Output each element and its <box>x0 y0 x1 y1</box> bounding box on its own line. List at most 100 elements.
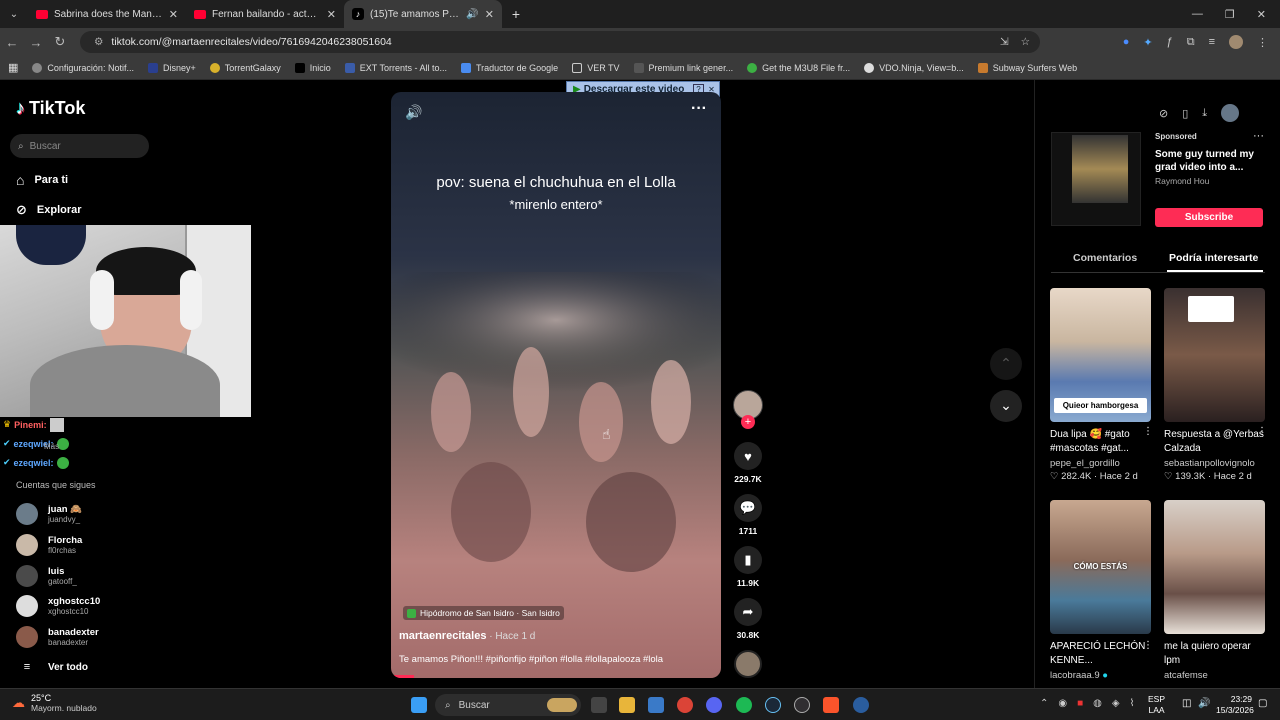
site-settings-icon[interactable]: ⚙ <box>94 36 103 48</box>
more-options-icon[interactable]: ··· <box>1253 130 1264 142</box>
card-more-icon[interactable]: ⋮ <box>1143 640 1153 651</box>
tray-discord-icon[interactable]: ◍ <box>1093 698 1102 709</box>
bookmark-item[interactable]: VDO.Ninja, View=b... <box>864 62 964 73</box>
back-icon[interactable]: ← <box>0 35 24 50</box>
nav-para-ti[interactable]: ⌂ Para ti <box>16 172 68 188</box>
forward-icon[interactable]: → <box>24 35 48 50</box>
translate-extension-icon[interactable]: ✦ <box>1143 36 1152 49</box>
tray-record-icon[interactable]: ■ <box>1077 698 1083 709</box>
windows-start-icon[interactable] <box>411 697 427 713</box>
file-explorer-icon[interactable] <box>619 697 635 713</box>
close-icon[interactable]: ✕ <box>485 8 494 21</box>
bookmark-item[interactable]: Premium link gener... <box>633 62 733 73</box>
discord-icon[interactable] <box>706 697 722 713</box>
compass-icon[interactable]: ⊘ <box>1159 107 1168 120</box>
card-more-icon[interactable]: ⋮ <box>1257 426 1267 437</box>
search-input[interactable]: ⌕ Buscar <box>10 134 149 158</box>
window-close-icon[interactable]: ✕ <box>1257 8 1266 21</box>
bookmark-item[interactable]: VER TV <box>572 62 620 73</box>
extensions-puzzle-icon[interactable]: ⧉ <box>1187 36 1195 49</box>
chrome-icon[interactable] <box>677 697 693 713</box>
install-icon[interactable]: ⇲ <box>1000 36 1009 48</box>
bookmark-item[interactable]: EXT Torrents - All to... <box>344 62 447 73</box>
tray-usb-icon[interactable]: ⌇ <box>1130 698 1135 709</box>
video-player[interactable]: 🔊 ··· pov: suena el chuchuhua en el Loll… <box>391 92 721 678</box>
tray-app-icon[interactable]: ◈ <box>1112 698 1120 709</box>
ad-thumbnail[interactable] <box>1051 132 1141 226</box>
phone-icon[interactable]: ▯ <box>1182 107 1188 120</box>
clock[interactable]: 23:29 15/3/2026 <box>1216 694 1254 716</box>
bookmark-star-icon[interactable]: ☆ <box>1021 36 1030 48</box>
following-account[interactable]: Florcha fl0rchas <box>16 534 82 556</box>
bookmark-item[interactable]: Traductor de Google <box>460 62 558 73</box>
menu-dots-icon[interactable]: ⋮ <box>1257 36 1268 49</box>
download-icon[interactable]: ⤓ <box>1202 107 1207 120</box>
comment-button[interactable]: 💬 1711 <box>733 494 763 536</box>
following-account[interactable]: xghostcc10 xghostcc10 <box>16 595 100 617</box>
volume-icon[interactable]: 🔊 <box>405 104 422 121</box>
profile-avatar[interactable] <box>1229 35 1243 49</box>
video-author[interactable]: martaenrecitales · Hace 1 d <box>399 630 535 642</box>
browser-tab-1[interactable]: Sabrina does the Manchild dance ✕ <box>28 0 186 28</box>
see-all-button[interactable]: ≡ Ver todo <box>16 661 88 673</box>
volume-tray-icon[interactable]: 🔊 <box>1198 698 1210 709</box>
network-icon[interactable]: ◫ <box>1182 698 1191 709</box>
recommended-video-card[interactable]: Respuesta a @Yerbas Calzada sebastianpol… <box>1164 288 1265 482</box>
following-account[interactable]: luis gatooff_ <box>16 565 77 587</box>
obs-icon[interactable] <box>794 697 810 713</box>
restore-icon[interactable]: ❐ <box>1225 8 1235 21</box>
tab-comments[interactable]: Comentarios <box>1073 252 1137 264</box>
steam-icon[interactable] <box>765 697 781 713</box>
video-progress-bar[interactable] <box>391 675 415 678</box>
subscribe-button[interactable]: Subscribe <box>1155 208 1263 227</box>
close-icon[interactable]: ✕ <box>169 8 178 21</box>
weather-widget[interactable]: ☁ 25°C Mayorm. nublado <box>12 693 97 713</box>
apps-grid-icon[interactable]: ▦ <box>8 61 18 74</box>
music-disc-avatar[interactable] <box>734 650 762 678</box>
user-avatar[interactable] <box>1221 104 1240 122</box>
task-view-icon[interactable] <box>591 697 607 713</box>
more-options-icon[interactable]: ··· <box>691 100 707 118</box>
minimize-icon[interactable]: — <box>1192 8 1203 21</box>
bookmark-item[interactable]: TorrentGalaxy <box>209 62 281 73</box>
spotify-icon[interactable] <box>736 697 752 713</box>
taskbar-search[interactable]: ⌕ Buscar <box>435 694 581 716</box>
following-account[interactable]: juan 🙈 juandvy_ <box>16 503 82 525</box>
url-bar[interactable]: ⚙ tiktok.com/@martaenrecitales/video/761… <box>80 31 1040 53</box>
browser-tab-2[interactable]: Fernan bailando - acto acto pico ✕ <box>186 0 344 28</box>
tiktok-logo[interactable]: ♪ TikTok <box>16 98 85 119</box>
recommended-video-card[interactable]: me la quiero operar lpm atcafemse <box>1164 500 1265 681</box>
close-icon[interactable]: ✕ <box>327 8 336 21</box>
reading-list-icon[interactable]: ≡ <box>1209 36 1215 48</box>
tab-search-button[interactable]: ⌄ <box>0 9 28 20</box>
browser-tab-3[interactable]: ♪ (15)Te amamos Piñon!!! #pi 🔊 ✕ <box>344 0 502 28</box>
location-tag[interactable]: Hipódromo de San Isidro · San Isidro <box>403 606 564 620</box>
app-icon[interactable] <box>853 697 869 713</box>
recommended-video-card[interactable]: Quieor hamborgesa Dua lipa 🥰 #gato #masc… <box>1050 288 1151 482</box>
function-extension-icon[interactable]: ƒ <box>1167 36 1173 48</box>
card-more-icon[interactable]: ⋮ <box>1143 426 1153 437</box>
tray-steam-icon[interactable]: ◉ <box>1058 698 1067 709</box>
like-button[interactable]: ♥ 229.7K <box>733 442 763 484</box>
reload-icon[interactable]: ↻ <box>48 34 72 50</box>
next-video-button[interactable]: ⌄ <box>990 390 1022 422</box>
recommended-video-card[interactable]: CÓMO ESTÁS APARECIÓ LECHÓN KENNE... laco… <box>1050 500 1151 681</box>
save-button[interactable]: ▮ 11.9K <box>733 546 763 588</box>
new-tab-button[interactable]: + <box>502 6 530 22</box>
following-account[interactable]: banadexter banadexter <box>16 626 99 648</box>
notifications-icon[interactable]: ▢ <box>1258 698 1267 709</box>
previous-video-button[interactable]: ⌃ <box>990 348 1022 380</box>
nav-explorar[interactable]: ⊘ Explorar <box>16 202 82 218</box>
speaker-icon[interactable]: 🔊 <box>466 9 478 20</box>
share-button[interactable]: ➦ 30.8K <box>733 598 763 640</box>
bookmark-item[interactable]: Disney+ <box>147 62 196 73</box>
photos-icon[interactable] <box>648 697 664 713</box>
bookmark-item[interactable]: Subway Surfers Web <box>977 62 1077 73</box>
extension-icon[interactable]: ● <box>1123 36 1130 48</box>
language-indicator[interactable]: ESP LAA <box>1148 694 1165 716</box>
bookmark-item[interactable]: Get the M3U8 File fr... <box>747 62 850 73</box>
bookmark-item[interactable]: Configuración: Notif... <box>32 62 134 73</box>
follow-plus-icon[interactable]: + <box>741 415 755 429</box>
tray-chevron-icon[interactable]: ⌃ <box>1040 698 1048 709</box>
bookmark-item[interactable]: Inicio <box>294 62 331 73</box>
